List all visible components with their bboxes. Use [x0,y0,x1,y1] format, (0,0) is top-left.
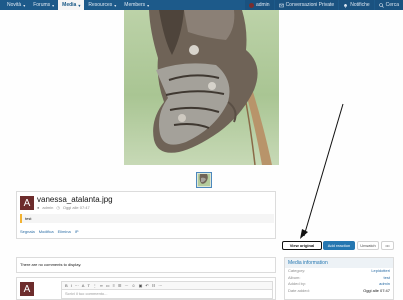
nav-user-area: admin Conversazioni Private Notifiche Ce… [244,0,403,10]
nav-notifications[interactable]: Notifiche [339,0,374,10]
comments-empty-message: There are no comments to display. [16,257,276,273]
media-information-panel: Media information Category: Lepidotteri … [284,257,394,300]
nav-search-label: Cerca [385,2,399,8]
unwatch-button[interactable]: Unwatch [357,241,379,250]
text-color-button[interactable]: A [82,283,85,288]
comment-input[interactable]: Scrivi il tuo commento... [61,290,273,299]
add-reaction-button[interactable]: Add reaction [323,241,355,250]
commenter-avatar[interactable]: A [20,282,34,296]
bold-button[interactable]: B [65,283,68,288]
nav-conversations-label: Conversazioni Private [285,2,335,8]
chevron-down-icon: ▾ [52,2,55,8]
report-link[interactable]: Segnala [20,229,35,234]
search-icon [378,2,384,8]
view-original-button[interactable]: View original [282,241,322,250]
font-size-button[interactable]: T [87,283,89,288]
toolbar-more-button[interactable]: ⋯ [158,283,162,288]
insert-more-button[interactable]: ⋯ [125,283,129,288]
clock-icon: ◷ [56,205,60,210]
delete-link[interactable]: Elimina [58,229,71,234]
comment-editor: A B I ⋯ A T ⋮ ∞ ▭ ≡ ☰ ⋯ ☺ ▣ ↶ ☷ ⋯ Scrivi… [16,277,276,300]
nav-tab-media[interactable]: Media ▾ [58,0,85,10]
editor-toolbar: B I ⋯ A T ⋮ ∞ ▭ ≡ ☰ ⋯ ☺ ▣ ↶ ☷ ⋯ [61,281,273,290]
media-author[interactable]: admin [42,205,53,210]
chevron-down-icon: ▾ [147,2,150,8]
nav-tab-label: Media [62,2,77,8]
media-actions: Segnala Modifica Elimina IP [20,229,79,234]
italic-button[interactable]: I [71,283,72,288]
nav-tab-forums[interactable]: Forums ▾ [29,0,58,10]
nav-notifications-label: Notifiche [350,2,370,8]
nav-tab-label: Resources [88,2,113,8]
date-added-value: Oggi alle 07:47 [363,287,390,293]
butterfly-photo [149,10,272,165]
smilie-button[interactable]: ☺ [132,283,136,288]
user-avatar-icon [248,2,254,8]
panel-heading: Media information [285,258,393,268]
nav-user-account[interactable]: admin [244,0,274,10]
edit-link[interactable]: Modifica [39,229,54,234]
media-title: vanessa_atalanta.jpg [37,195,113,204]
media-thumbnail[interactable] [196,172,212,188]
top-navbar: Novità ▾ Forums ▾ Media ▾ Resources ▾ Member… [0,0,403,10]
nav-conversations[interactable]: Conversazioni Private [274,0,339,10]
bell-icon [344,3,348,8]
nav-tab-members[interactable]: Members ▾ [120,0,153,10]
butterfly-thumbnail-icon [198,174,210,186]
media-meta: ● admin ◷ Oggi alle 07:47 [37,205,90,210]
more-options-button[interactable]: ••• [381,241,394,250]
nav-search[interactable]: Cerca [374,0,403,10]
undo-button[interactable]: ↶ [145,283,148,288]
more-formatting-button[interactable]: ⋯ [75,283,79,288]
envelope-icon [278,3,284,7]
list-button[interactable]: ☰ [118,283,122,288]
media-date: Oggi alle 07:47 [62,205,90,210]
media-description: test [20,214,274,223]
author-avatar[interactable]: A [20,196,34,210]
link-button[interactable]: ∞ [100,283,103,288]
nav-tab-label: Members [124,2,146,8]
nav-tab-label: Forums [33,2,51,8]
info-key: Date added: [288,287,310,293]
user-icon: ● [37,205,40,210]
chevron-down-icon: ▾ [78,2,81,8]
media-image[interactable] [124,10,279,165]
align-button[interactable]: ≡ [113,283,115,288]
separator-icon: ⋮ [92,283,97,288]
toggle-bbcode-button[interactable]: ☷ [152,283,156,288]
info-row-date-added: Date added: Oggi alle 07:47 [285,288,393,295]
image-button[interactable]: ▭ [106,283,110,288]
nav-tab-resources[interactable]: Resources ▾ [84,0,120,10]
chevron-down-icon: ▾ [114,2,117,8]
media-button[interactable]: ▣ [139,283,143,288]
nav-tab-label: Novità [7,2,22,8]
media-details-block: A vanessa_atalanta.jpg ● admin ◷ Oggi al… [16,191,276,239]
chevron-down-icon: ▾ [23,2,26,8]
nav-tab-novita[interactable]: Novità ▾ [3,0,29,10]
nav-username: admin [255,2,270,8]
ip-link[interactable]: IP [75,229,79,234]
